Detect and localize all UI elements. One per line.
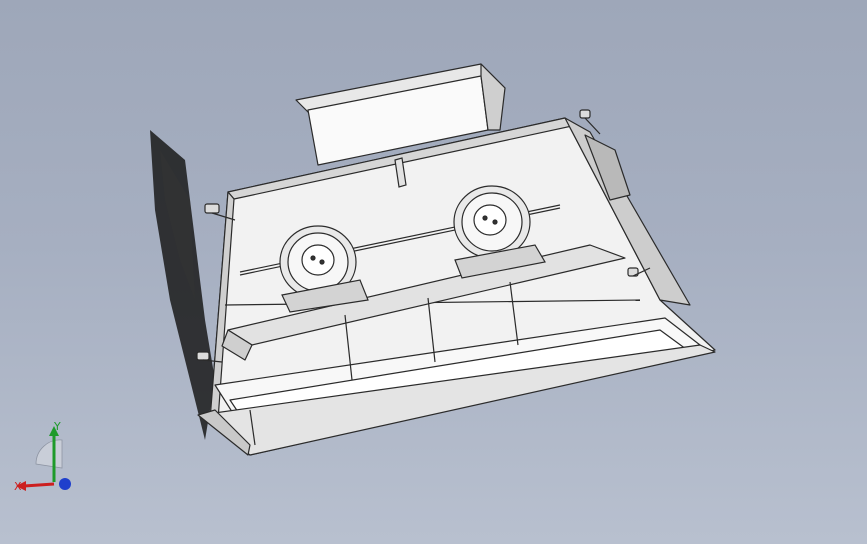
model-shadow: [150, 130, 215, 440]
x-axis-line: [23, 482, 55, 488]
axis-triad: Y X: [14, 420, 71, 493]
cad-model-canvas[interactable]: [0, 0, 867, 544]
y-axis-label: Y: [53, 420, 61, 433]
z-axis-dot: [59, 478, 71, 490]
triad-shade: [35, 439, 63, 469]
3d-viewport[interactable]: Y X: [0, 0, 867, 544]
x-axis-label: X: [14, 480, 22, 493]
